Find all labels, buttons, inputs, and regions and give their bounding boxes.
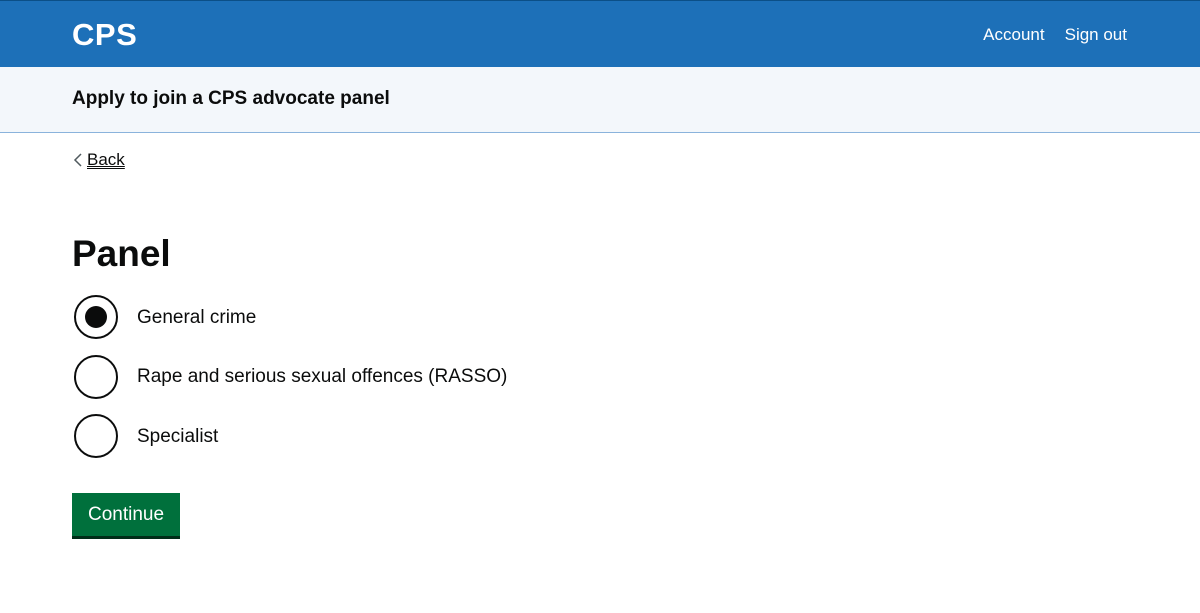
radio-selected-dot (85, 306, 107, 328)
radio-label[interactable]: Rape and serious sexual offences (RASSO) (137, 364, 507, 389)
radio-button[interactable] (74, 295, 118, 339)
service-name[interactable]: Apply to join a CPS advocate panel (72, 87, 390, 111)
service-navigation-bar: Apply to join a CPS advocate panel (0, 67, 1200, 133)
radio-button[interactable] (74, 354, 118, 399)
page-title: Panel (72, 233, 171, 274)
radio-label[interactable]: General crime (137, 305, 256, 330)
radio-label[interactable]: Specialist (137, 424, 218, 449)
radio-button[interactable] (74, 414, 118, 458)
back-link-label: Back (87, 150, 125, 169)
site-header: CPS Account Sign out (0, 0, 1200, 67)
back-link[interactable]: Back (72, 149, 125, 171)
chevron-left-icon (73, 153, 82, 167)
cps-logo[interactable]: CPS (72, 15, 137, 55)
radio-rasso[interactable]: Rape and serious sexual offences (RASSO) (74, 354, 507, 399)
sign-out-link[interactable]: Sign out (1065, 23, 1127, 47)
account-link[interactable]: Account (983, 23, 1044, 47)
panel-radio-group: General crime Rape and serious sexual of… (74, 295, 507, 474)
radio-general-crime[interactable]: General crime (74, 295, 507, 339)
header-nav: Account Sign out (983, 23, 1127, 47)
radio-specialist[interactable]: Specialist (74, 414, 507, 458)
continue-button[interactable]: Continue (72, 493, 180, 536)
